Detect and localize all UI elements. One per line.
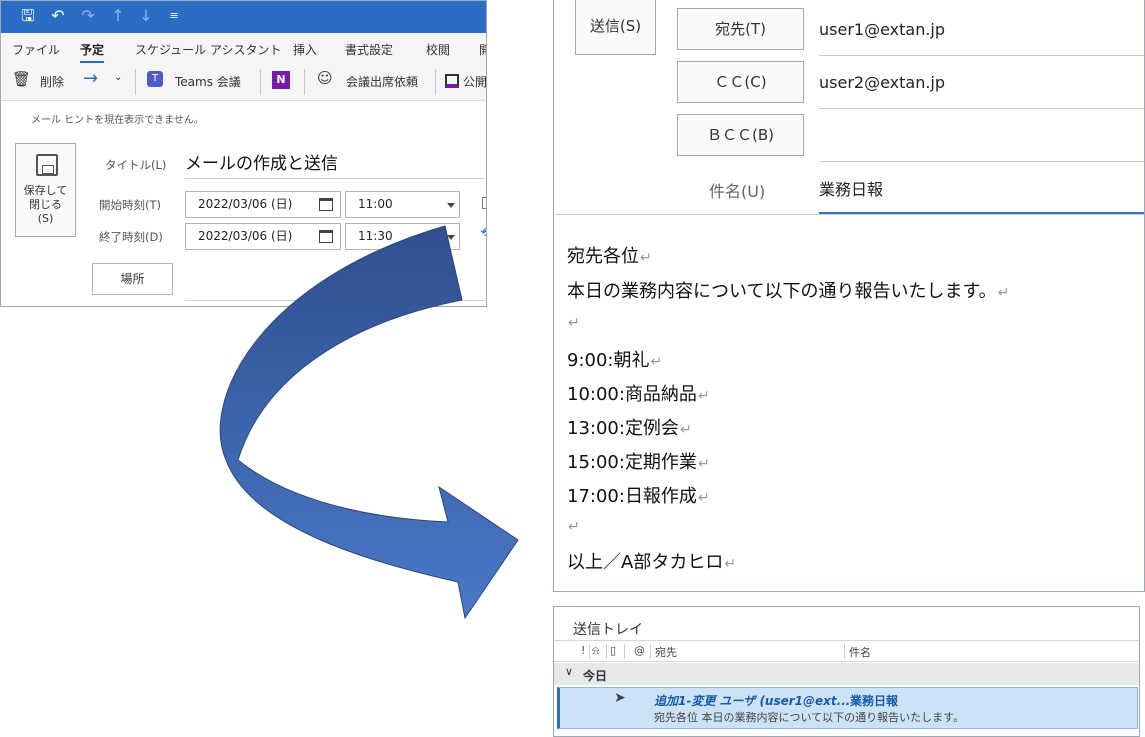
end-time-field[interactable]: 11:30 (345, 223, 460, 250)
start-time-field[interactable]: 11:00 (345, 191, 460, 218)
tab-more[interactable]: 開 (479, 41, 486, 58)
group-header-today[interactable]: ∨ 今日 (554, 663, 1139, 685)
calendar-icon[interactable] (319, 198, 333, 211)
end-date-field[interactable]: 2022/03/06 (日) (185, 223, 341, 250)
outbox-panel: 送信トレイ ! ⍾ ▯ @ 宛先 件名 ∨ 今日 ➤ 追加1-変更 ユーザ (u… (553, 606, 1140, 737)
start-date-field[interactable]: 2022/03/06 (日) (185, 191, 341, 218)
chevron-down-icon[interactable]: ∨ (565, 665, 573, 678)
chevron-down-icon[interactable]: ⌄ (114, 72, 122, 83)
paragraph-mark-icon: ↵ (640, 250, 652, 266)
column-subject[interactable]: 件名 (849, 644, 871, 660)
dropdown-arrow-icon[interactable] (447, 235, 455, 240)
invite-attendees-icon: ☺ (317, 69, 333, 87)
paragraph-mark-icon: ↵ (679, 422, 692, 438)
message-subject: 業務日報 (850, 694, 899, 708)
save-icon[interactable]: 🖫 (17, 5, 39, 27)
start-time-label: 開始時刻(T) (99, 198, 161, 212)
send-icon: ➤ (614, 690, 626, 706)
recurrence-icon[interactable]: ⟲ (480, 225, 486, 241)
save-close-button[interactable]: 保存して 閉じる (S) (15, 143, 76, 237)
public-icon (445, 74, 459, 88)
send-button[interactable]: 送信(S) (575, 0, 656, 55)
customize-icon[interactable]: ≡ (163, 5, 185, 27)
end-time-label: 終了時刻(D) (99, 230, 163, 244)
location-button[interactable]: 場所 (92, 263, 173, 295)
teams-icon: T (147, 71, 163, 87)
tab-file[interactable]: ファイル (12, 41, 60, 58)
arrow-down-icon[interactable]: ↓ (135, 5, 157, 27)
paragraph-mark-icon: ↵ (697, 388, 710, 404)
redo-icon[interactable]: ↷ (77, 5, 99, 27)
subject-field[interactable]: 業務日報 (819, 176, 883, 200)
paragraph-mark-icon: ↵ (568, 519, 580, 535)
tab-schedule-assistant[interactable]: スケジュール アシスタント (135, 41, 282, 58)
arrow-up-icon[interactable]: ↑ (107, 5, 129, 27)
cc-button[interactable]: ＣＣ(C) (677, 61, 804, 103)
paragraph-mark-icon: ↵ (568, 315, 580, 331)
public-button[interactable]: 公開 (463, 73, 486, 90)
tab-appointment[interactable]: 予定 (80, 41, 105, 63)
forward-icon[interactable]: → (83, 68, 98, 89)
delete-button[interactable]: 削除 (40, 73, 64, 90)
to-button[interactable]: 宛先(T) (677, 8, 804, 50)
column-to[interactable]: 宛先 (655, 644, 677, 660)
message-preview: 宛先各位 本日の業務内容について以下の通り報告いたします。 (654, 711, 965, 724)
outbox-message-row[interactable]: ➤ 追加1-変更 ユーザ (user1@ext... 業務日報 宛先各位 本日の… (557, 687, 1138, 729)
ribbon-tabs: ファイル 予定 スケジュール アシスタント 挿入 書式設定 校閲 開 (1, 33, 486, 63)
tab-format[interactable]: 書式設定 (345, 41, 393, 58)
appointment-window: 🖫 ↶ ↷ ↑ ↓ ≡ ファイル 予定 スケジュール アシスタント 挿入 書式設… (0, 0, 487, 307)
undo-icon[interactable]: ↶ (47, 5, 69, 27)
dropdown-arrow-icon[interactable] (447, 203, 455, 208)
bcc-button[interactable]: ＢＣＣ(B) (677, 114, 804, 156)
paragraph-mark-icon: ↵ (697, 456, 710, 472)
all-day-checkbox[interactable] (482, 197, 486, 209)
onenote-icon[interactable]: N (272, 71, 290, 89)
paragraph-mark-icon: ↵ (724, 556, 737, 572)
to-field[interactable]: user1@extan.jp (819, 20, 945, 39)
reminder-icon[interactable]: ⍾ (592, 644, 599, 658)
teams-meeting-button[interactable]: Teams 会議 (175, 73, 241, 90)
quick-access-toolbar: 🖫 ↶ ↷ ↑ ↓ ≡ (1, 1, 486, 33)
trash-icon: 🗑 (12, 70, 32, 88)
message-recipient: 追加1-変更 ユーザ (user1@ext... (654, 694, 851, 708)
paragraph-mark-icon: ↵ (697, 490, 710, 506)
paragraph-mark-icon: ↵ (997, 285, 1010, 301)
ribbon-toolbar: 🗑 削除 → ⌄ T Teams 会議 N ☺ 会議出席依頼 公開 (1, 63, 486, 101)
title-input[interactable]: メールの作成と送信 (185, 149, 338, 174)
tab-insert[interactable]: 挿入 (293, 41, 317, 58)
title-label: タイトル(L) (105, 158, 167, 172)
attachment-icon[interactable]: @ (634, 644, 645, 657)
cc-field[interactable]: user2@extan.jp (819, 73, 945, 92)
outbox-column-headers: ! ⍾ ▯ @ 宛先 件名 (554, 640, 1139, 662)
save-close-icon (36, 154, 58, 176)
subject-label: 件名(U) (709, 182, 766, 201)
document-icon[interactable]: ▯ (610, 644, 616, 657)
calendar-icon[interactable] (319, 230, 333, 243)
invite-attendees-button[interactable]: 会議出席依頼 (346, 73, 418, 90)
column-importance[interactable]: ! (581, 644, 585, 657)
mail-tip: メール ヒントを現在表示できません。 (31, 115, 204, 126)
paragraph-mark-icon: ↵ (650, 354, 663, 370)
tab-review[interactable]: 校閲 (426, 41, 450, 58)
mail-compose-window: 送信(S) 宛先(T) user1@extan.jp ＣＣ(C) user2@e… (553, 0, 1145, 592)
outbox-title: 送信トレイ (573, 622, 643, 638)
